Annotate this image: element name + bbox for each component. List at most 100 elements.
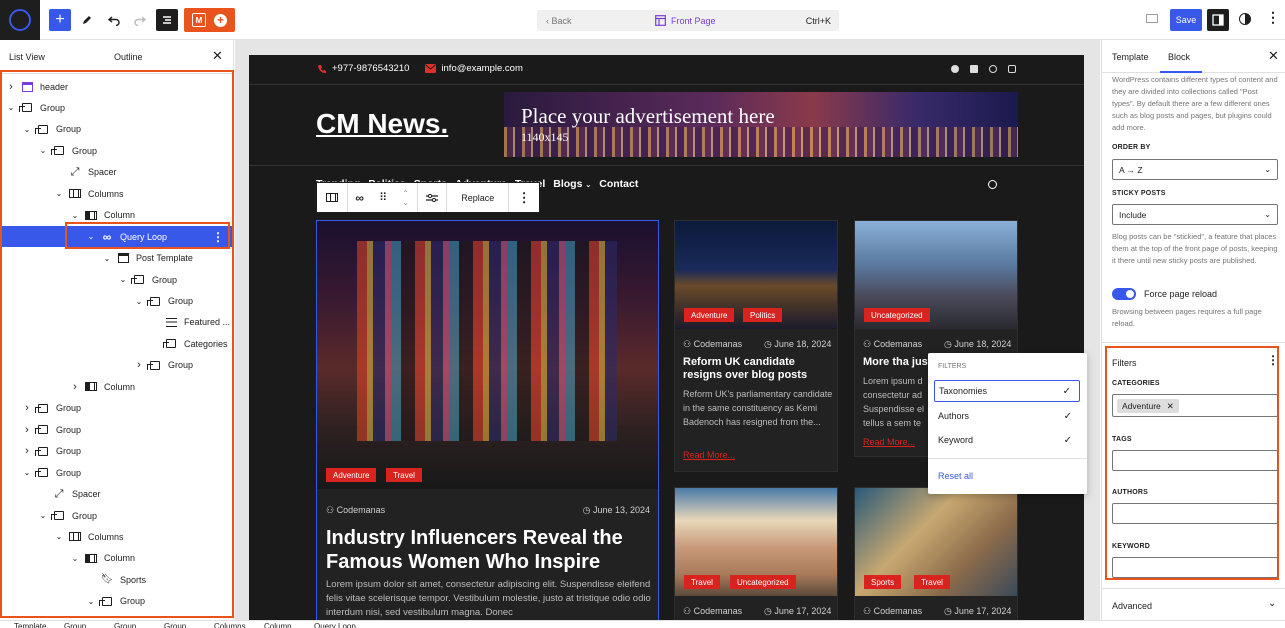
active-tab-indicator [1160,71,1202,73]
nav-item-blogs[interactable]: Blogs ⌄ [553,178,591,190]
move-up-down-icon[interactable]: ⌃ ⌄ [402,189,409,207]
document-overview-button[interactable] [156,9,178,31]
breadcrumb-item[interactable]: Group [114,622,136,628]
filters-popover: FILTERS Taxonomies ✓ Authors ✓ Keyword ✓ Re… [928,353,1087,494]
user-icon: ⚇ [683,606,692,616]
phone-text[interactable]: +977-9876543210 [332,63,409,74]
authors-input[interactable] [1112,503,1278,524]
facebook-icon[interactable] [951,65,959,73]
list-view-panel: List View Outline ✕ › header ⌄ Group ⌄ Group ⌄… [0,40,234,620]
tag-badge[interactable]: Adventure [326,468,377,482]
list-view-icon [163,16,171,24]
parent-block-button[interactable] [317,183,348,212]
filter-option-keyword[interactable]: Keyword ✓ [934,429,1080,451]
breadcrumb-item[interactable]: Columns [214,622,246,628]
post-card[interactable]: Adventure Politics ⚇ Codemanas ◷ June 18… [674,220,838,472]
post-date-text: June 17, 2024 [954,606,1012,616]
reset-all-button[interactable]: Reset all [938,471,973,481]
pinterest-icon[interactable] [989,65,997,73]
linkedin-icon[interactable] [970,65,978,73]
query-loop-highlight-frame [65,222,230,249]
filters-options-button[interactable]: ⋮ [1267,353,1279,367]
toggle-knob [1126,290,1134,298]
filter-option-taxonomies[interactable]: Taxonomies ✓ [934,380,1080,402]
add-block-button[interactable]: + [49,9,71,31]
undo-button[interactable] [103,9,125,31]
tag-badge[interactable]: Uncategorized [730,575,796,589]
post-author[interactable]: ⚇ Codemanas [863,606,922,617]
settings-toggle-button[interactable] [1207,9,1229,31]
site-logo-button[interactable] [0,0,40,40]
drag-handle-icon[interactable]: ⠿ [379,191,387,204]
divider [249,84,1084,85]
phone-icon [318,64,326,73]
redo-button[interactable] [129,9,151,31]
plugin-toolbar-button[interactable]: M + [184,8,235,32]
breadcrumb-item[interactable]: Template [14,622,46,628]
command-bar[interactable]: ‹ Back Front Page Ctrl+K [537,10,839,31]
tab-block[interactable]: Block [1168,52,1190,62]
tag-badge[interactable]: Uncategorized [864,308,930,322]
block-options-button[interactable]: ⋮ [509,183,539,212]
instagram-icon[interactable] [1008,65,1016,73]
tab-list-view[interactable]: List View [9,52,45,62]
sticky-posts-select[interactable]: Include ⌄ [1112,204,1278,225]
desktop-preview-icon[interactable] [1146,14,1158,23]
close-sidebar-button[interactable]: ✕ [1268,48,1279,64]
post-card[interactable]: Travel Uncategorized ⚇ Codemanas ◷ June … [674,487,838,620]
post-title[interactable]: Industry Influencers Reveal the Famous W… [326,526,646,574]
post-author[interactable]: ⚇ Codemanas [326,505,385,516]
tag-badge[interactable]: Adventure [684,308,735,322]
filter-option-authors[interactable]: Authors ✓ [934,405,1080,427]
breadcrumb-item[interactable]: Column [264,622,292,628]
replace-button[interactable]: Replace [447,183,510,212]
force-reload-label: Force page reload [1144,289,1218,299]
styles-button[interactable] [1239,13,1251,25]
ellipsis-vertical-icon: ⋮ [1266,9,1280,25]
breadcrumb-item[interactable]: Group [64,622,86,628]
save-button[interactable]: Save [1170,9,1202,31]
popover-heading: FILTERS [938,363,967,370]
post-author[interactable]: ⚇ Codemanas [683,606,742,617]
order-by-select[interactable]: A → Z ⌄ [1112,159,1278,180]
read-more-link[interactable]: Read More... [683,450,735,460]
post-title[interactable]: More tha just [863,356,933,369]
close-panel-button[interactable]: ✕ [212,48,223,64]
tag-badge[interactable]: Travel [684,575,720,589]
chevron-down-icon[interactable]: ⌄ [1268,598,1276,609]
read-more-link[interactable]: Read More... [863,437,915,447]
loop-icon[interactable]: ∞ [355,191,364,205]
email-text[interactable]: info@example.com [441,63,522,74]
tab-outline[interactable]: Outline [114,52,143,62]
more-options-button[interactable]: ⋮ [1266,9,1280,26]
tag-badge[interactable]: Politics [743,308,783,322]
back-link[interactable]: ‹ Back [546,16,572,26]
nav-item-contact[interactable]: Contact [599,178,638,190]
categories-token-field[interactable]: Adventure ✕ [1112,394,1278,417]
force-reload-toggle[interactable] [1112,288,1136,300]
search-icon[interactable] [988,180,997,189]
display-settings-button[interactable] [418,183,448,212]
advanced-panel-toggle[interactable]: Advanced [1112,601,1152,611]
tags-input[interactable] [1112,450,1278,471]
keyword-input[interactable] [1112,557,1278,578]
featured-post-card[interactable]: Adventure Travel ⚇ Codemanas ◷ June 13, … [316,220,659,620]
page-title[interactable]: Front Page [655,15,716,26]
advertisement-banner[interactable]: Place your advertisement here 1140x145 [504,92,1018,157]
tag-badge[interactable]: Sports [864,575,902,589]
check-icon: ✓ [1063,410,1072,422]
site-title[interactable]: CM News. [316,108,448,140]
user-icon: ⚇ [863,339,872,349]
tag-badge[interactable]: Travel [914,575,950,589]
breadcrumb-item[interactable]: Group [164,622,186,628]
tools-button[interactable] [76,9,98,31]
tag-badge[interactable]: Travel [386,468,422,482]
breadcrumb-item[interactable]: Query Loop [314,622,356,628]
post-author[interactable]: ⚇ Codemanas [863,339,922,350]
remove-token-icon[interactable]: ✕ [1167,401,1174,412]
post-title[interactable]: Reform UK candidate resigns over blog po… [683,356,833,382]
post-author[interactable]: ⚇ Codemanas [683,339,742,350]
tab-template[interactable]: Template [1112,52,1149,62]
category-token: Adventure ✕ [1117,399,1179,413]
post-card[interactable]: Sports Travel ⚇ Codemanas ◷ June 17, 202… [854,487,1018,620]
